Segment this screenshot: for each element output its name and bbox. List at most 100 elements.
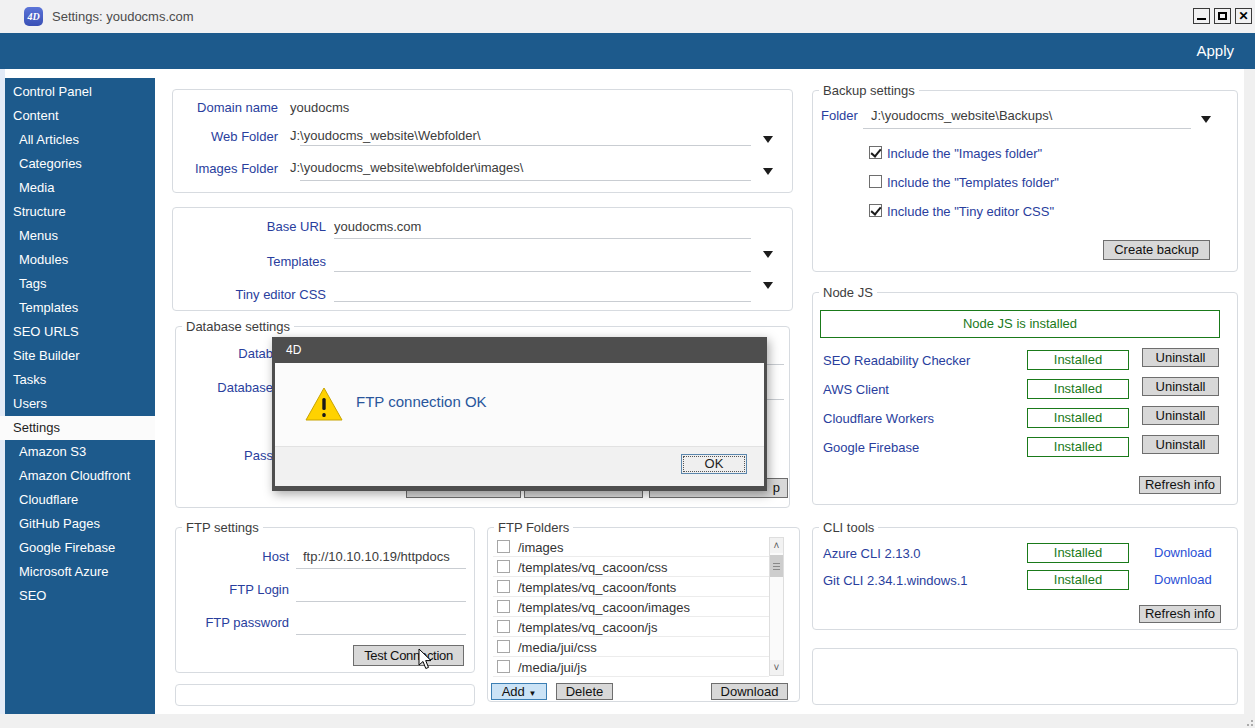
web-folder-value[interactable]: J:\youdocms_website\Webfolder\ xyxy=(290,128,481,143)
sidebar-item-users[interactable]: Users xyxy=(5,392,155,416)
ftp-login-field[interactable] xyxy=(296,601,466,602)
refresh-info-button[interactable]: Refresh info xyxy=(1139,476,1221,494)
cli-tools-legend: CLI tools xyxy=(819,520,878,535)
minimize-button[interactable] xyxy=(1193,8,1210,24)
ok-button[interactable]: OK xyxy=(681,454,747,474)
base-url-value[interactable]: youdocms.com xyxy=(334,219,421,234)
status-field[interactable] xyxy=(175,684,475,706)
download-link[interactable]: Download xyxy=(1154,572,1212,587)
test-connection-button[interactable]: Test Connection xyxy=(353,645,464,666)
templates-label: Templates xyxy=(173,254,326,269)
uninstall-button[interactable]: Uninstall xyxy=(1142,435,1219,454)
images-folder-dropdown-icon[interactable] xyxy=(763,168,773,175)
host-value[interactable]: ftp://10.10.10.19/httpdocs xyxy=(303,549,450,564)
include-templates-checkbox[interactable] xyxy=(869,175,882,188)
ftp-settings-legend: FTP settings xyxy=(182,520,263,535)
sidebar-item-templates[interactable]: Templates xyxy=(5,296,155,320)
scroll-up-icon[interactable]: ˄ xyxy=(770,538,783,553)
domain-name-value[interactable]: youdocms xyxy=(290,100,349,115)
ftp-folders-group: FTP Folders /images /templates/vq_cacoon… xyxy=(487,527,800,702)
sidebar-item-tasks[interactable]: Tasks xyxy=(5,368,155,392)
base-url-field[interactable] xyxy=(334,238,751,239)
resize-grip-icon[interactable] xyxy=(1247,716,1255,728)
sidebar-item-content[interactable]: Content xyxy=(5,104,155,128)
download-button[interactable]: Download xyxy=(711,683,788,700)
create-backup-button[interactable]: Create backup xyxy=(1103,240,1210,260)
sidebar-item-microsoft-azure[interactable]: Microsoft Azure xyxy=(5,560,155,584)
include-tiny-css-checkbox[interactable] xyxy=(869,204,882,217)
delete-button[interactable]: Delete xyxy=(556,683,613,700)
sidebar-item-github-pages[interactable]: GitHub Pages xyxy=(5,512,155,536)
add-button[interactable]: Add ▼ xyxy=(491,683,547,700)
sidebar-item-site-builder[interactable]: Site Builder xyxy=(5,344,155,368)
sidebar-item-cloudflare[interactable]: Cloudflare xyxy=(5,488,155,512)
folder-checkbox[interactable] xyxy=(497,660,510,673)
web-folder-dropdown-icon[interactable] xyxy=(763,136,773,143)
scroll-down-icon[interactable]: ˅ xyxy=(770,660,783,675)
templates-dropdown-icon[interactable] xyxy=(763,251,773,258)
apply-button[interactable]: Apply xyxy=(1196,33,1234,69)
refresh-info-button[interactable]: Refresh info xyxy=(1139,605,1221,623)
sidebar-item-amazon-cloudfront[interactable]: Amazon Cloudfront xyxy=(5,464,155,488)
uninstall-button[interactable]: Uninstall xyxy=(1142,348,1219,367)
sidebar-item-amazon-s3[interactable]: Amazon S3 xyxy=(5,440,155,464)
backup-folder-label: Folder xyxy=(821,108,858,123)
backup-folder-dropdown-icon[interactable] xyxy=(1201,116,1211,123)
folders-scrollbar[interactable]: ˄ ˅ xyxy=(769,537,784,676)
installed-status: Installed xyxy=(1027,379,1129,399)
images-folder-value[interactable]: J:\youdocms_website\webfolder\images\ xyxy=(290,160,523,175)
nodejs-status-banner: Node JS is installed xyxy=(820,310,1220,338)
sidebar-item-tags[interactable]: Tags xyxy=(5,272,155,296)
folder-checkbox[interactable] xyxy=(497,600,510,613)
sidebar-item-menus[interactable]: Menus xyxy=(5,224,155,248)
uninstall-button[interactable]: Uninstall xyxy=(1142,377,1219,396)
folder-list-item[interactable]: /templates/vq_cacoon/images xyxy=(493,597,769,617)
sidebar-item-media[interactable]: Media xyxy=(5,176,155,200)
sidebar-item-all-articles[interactable]: All Articles xyxy=(5,128,155,152)
folder-path: /templates/vq_cacoon/images xyxy=(518,600,690,615)
tiny-editor-css-label: Tiny editor CSS xyxy=(173,287,326,302)
empty-panel xyxy=(812,648,1238,705)
close-icon: ✕ xyxy=(1236,9,1251,23)
folder-list-item[interactable]: /media/jui/css xyxy=(493,637,769,657)
folder-list-item[interactable]: /templates/vq_cacoon/fonts xyxy=(493,577,769,597)
folder-checkbox[interactable] xyxy=(497,540,510,553)
sidebar-item-settings[interactable]: Settings xyxy=(0,416,155,440)
backup-folder-value[interactable]: J:\youdocms_website\Backups\ xyxy=(871,108,1052,123)
scrollbar-thumb[interactable] xyxy=(770,555,783,577)
folder-checkbox[interactable] xyxy=(497,620,510,633)
ftp-password-field[interactable] xyxy=(296,634,466,635)
folder-checkbox[interactable] xyxy=(497,640,510,653)
url-settings-box: Base URL youdocms.com Templates Tiny edi… xyxy=(172,207,793,311)
sidebar: Control Panel Content All Articles Categ… xyxy=(5,78,155,714)
close-button[interactable]: ✕ xyxy=(1235,8,1252,24)
folder-path: /images xyxy=(518,540,564,555)
sidebar-item-google-firebase[interactable]: Google Firebase xyxy=(5,536,155,560)
folder-checkbox[interactable] xyxy=(497,560,510,573)
sidebar-item-seo[interactable]: SEO xyxy=(5,584,155,608)
ftp-login-label: FTP Login xyxy=(176,582,289,597)
host-field[interactable] xyxy=(296,568,466,569)
folder-list-item[interactable]: /templates/vq_cacoon/js xyxy=(493,617,769,637)
sidebar-item-seo-urls[interactable]: SEO URLS xyxy=(5,320,155,344)
cli-tools-group: CLI tools Azure CLI 2.13.0 Installed Dow… xyxy=(812,527,1238,630)
sidebar-item-structure[interactable]: Structure xyxy=(5,200,155,224)
uninstall-button[interactable]: Uninstall xyxy=(1142,406,1219,425)
web-folder-field[interactable] xyxy=(300,145,751,146)
folder-checkbox[interactable] xyxy=(497,580,510,593)
maximize-button[interactable] xyxy=(1214,8,1231,24)
folder-list-item[interactable]: /templates/vq_cacoon/css xyxy=(493,557,769,577)
folder-list-item[interactable]: /media/jui/js xyxy=(493,657,769,677)
sidebar-item-categories[interactable]: Categories xyxy=(5,152,155,176)
images-folder-field[interactable] xyxy=(300,180,751,181)
templates-field[interactable] xyxy=(334,271,751,272)
add-dropdown-icon: ▼ xyxy=(528,689,536,698)
download-link[interactable]: Download xyxy=(1154,545,1212,560)
backup-folder-field[interactable] xyxy=(863,128,1191,129)
sidebar-item-control-panel[interactable]: Control Panel xyxy=(5,80,155,104)
tiny-editor-css-field[interactable] xyxy=(334,301,751,302)
folder-list-item[interactable]: /images xyxy=(493,537,769,557)
sidebar-item-modules[interactable]: Modules xyxy=(5,248,155,272)
tiny-editor-css-dropdown-icon[interactable] xyxy=(763,282,773,289)
include-images-checkbox[interactable] xyxy=(869,146,882,159)
